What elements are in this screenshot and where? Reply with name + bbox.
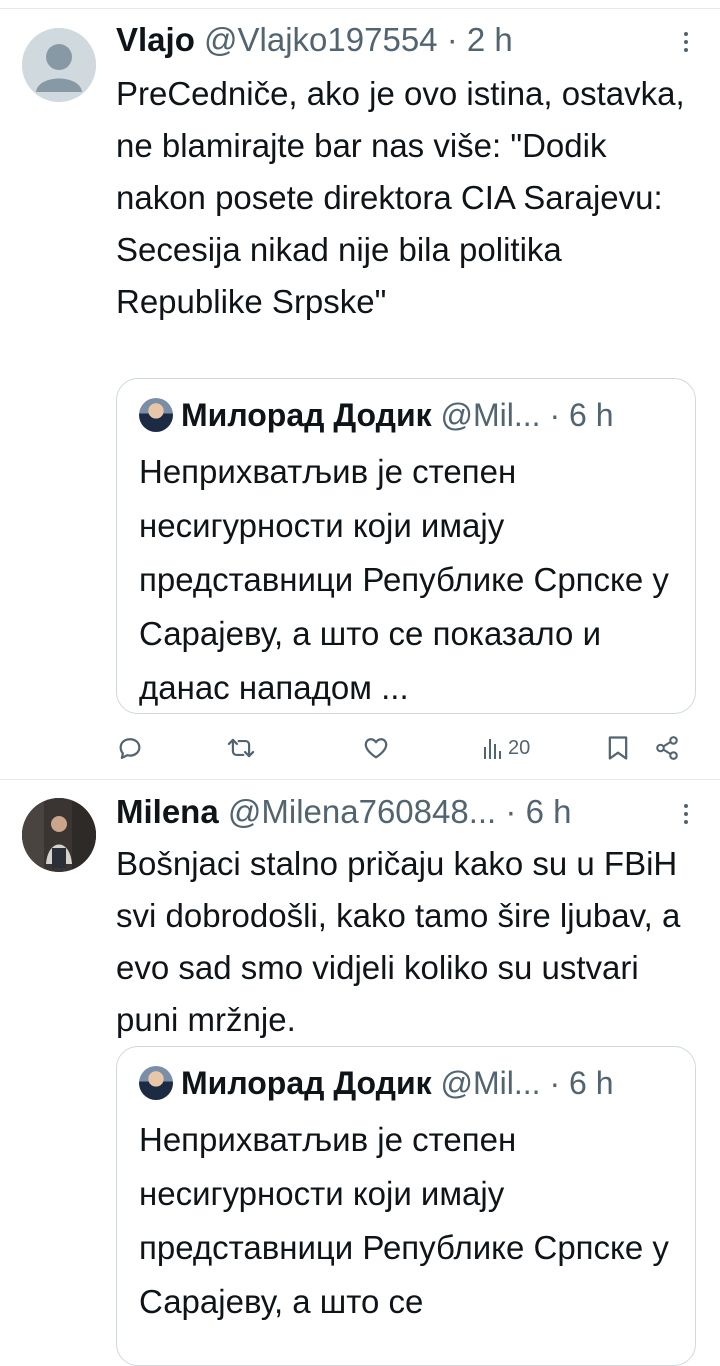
tweet-text: Bošnjaci stalno pričaju kako su u FBiH s…	[116, 845, 681, 1038]
avatar[interactable]	[22, 28, 96, 102]
timestamp[interactable]: 6 h	[526, 793, 572, 830]
views-button[interactable]: 20	[482, 726, 530, 770]
quote-timestamp: 6 h	[569, 397, 614, 433]
quote-separator: ·	[549, 397, 561, 433]
author-handle[interactable]: @Milena760848...	[228, 793, 496, 830]
bookmark-icon	[608, 736, 628, 760]
tweet-text: PreCedniče, ako je ovo istina, ostavka, …	[116, 75, 685, 320]
profile-photo-icon	[22, 798, 96, 872]
tweet[interactable]: Vlajo @Vlajko197554 · 2 h PreCedniče, ak…	[0, 8, 720, 779]
quote-text: Неприхватљив је степен несигурности који…	[139, 1121, 669, 1320]
quote-author-name: Милорад Додик	[181, 397, 432, 433]
reply-button[interactable]	[116, 726, 144, 770]
more-options-button[interactable]	[678, 22, 694, 62]
avatar[interactable]	[22, 798, 96, 872]
tweet[interactable]: Milena @Milena760848... · 6 h Bošnjaci s…	[0, 780, 720, 1366]
timestamp[interactable]: 2 h	[467, 21, 513, 58]
bookmark-button[interactable]	[606, 726, 630, 770]
quoted-tweet[interactable]: Милорад Додик @Mil... · 6 h Неприхватљив…	[116, 1046, 696, 1366]
default-avatar-icon	[22, 28, 96, 102]
quote-timestamp: 6 h	[569, 1065, 614, 1101]
views-icon	[484, 739, 501, 759]
more-icon	[684, 32, 688, 52]
reply-icon	[119, 738, 141, 760]
more-icon	[684, 804, 688, 824]
tweet-header: Milena @Milena760848... · 6 h	[116, 792, 660, 832]
quote-author-handle: @Mil...	[440, 397, 541, 433]
quote-author-name: Милорад Додик	[181, 1065, 432, 1101]
views-count: 20	[508, 736, 531, 759]
quote-header: Милорад Додик @Mil... · 6 h	[139, 1061, 613, 1105]
share-icon	[656, 736, 678, 760]
quote-separator: ·	[549, 1065, 561, 1101]
tweet-header: Vlajo @Vlajko197554 · 2 h	[116, 20, 660, 60]
separator: ·	[505, 793, 517, 830]
quote-avatar	[139, 1066, 173, 1100]
like-button[interactable]	[362, 726, 390, 770]
quote-avatar	[139, 398, 173, 432]
more-options-button[interactable]	[678, 794, 694, 834]
quote-header: Милорад Додик @Mil... · 6 h	[139, 393, 613, 437]
separator: ·	[446, 21, 458, 58]
quoted-tweet[interactable]: Милорад Додик @Mil... · 6 h Неприхватљив…	[116, 378, 696, 714]
author-name[interactable]: Vlajo	[116, 21, 195, 58]
like-icon	[364, 738, 388, 759]
author-handle[interactable]: @Vlajko197554	[204, 21, 438, 58]
retweet-icon	[227, 738, 255, 758]
action-bar: 20	[116, 726, 696, 770]
quote-author-handle: @Mil...	[440, 1065, 541, 1101]
share-button[interactable]	[654, 726, 680, 770]
author-name[interactable]: Milena	[116, 793, 219, 830]
quote-text: Неприхватљив је степен несигурности који…	[139, 453, 669, 706]
retweet-button[interactable]	[226, 726, 256, 770]
